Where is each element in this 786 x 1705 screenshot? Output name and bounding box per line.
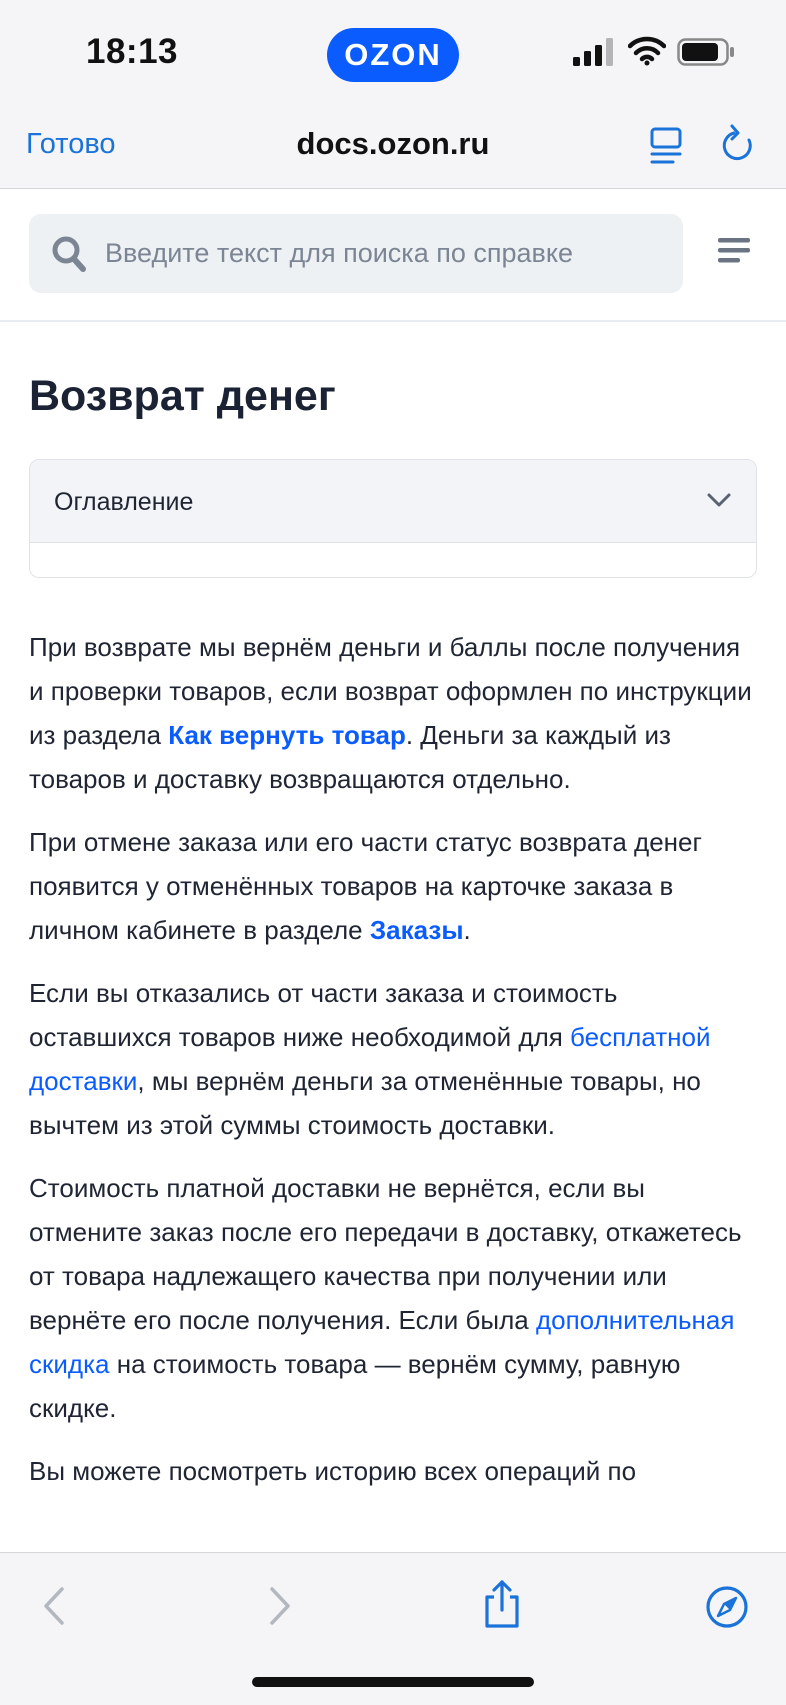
toc-label: Оглавление xyxy=(54,488,194,516)
search-input[interactable] xyxy=(105,214,665,293)
paragraph: При возврате мы вернём деньги и баллы по… xyxy=(29,632,752,794)
search-icon xyxy=(52,236,86,272)
share-icon[interactable] xyxy=(482,1579,522,1629)
back-icon[interactable] xyxy=(40,1585,68,1627)
forward-icon[interactable] xyxy=(266,1585,294,1627)
site-search-header xyxy=(0,189,786,322)
paragraph: Если вы отказались от части заказа и сто… xyxy=(29,978,711,1140)
table-of-contents: Оглавление xyxy=(29,459,757,578)
browser-nav-bar: Готово docs.ozon.ru xyxy=(0,104,786,189)
reader-mode-icon[interactable] xyxy=(649,126,683,166)
status-bar: 18:13 OZON xyxy=(0,0,786,104)
cellular-signal-icon xyxy=(573,38,613,66)
menu-icon[interactable] xyxy=(718,236,750,266)
page-title: Возврат денег xyxy=(29,372,336,420)
paragraph: Стоимость платной доставки не вернётся, … xyxy=(29,1173,742,1423)
paragraph: При отмене заказа или его части статус в… xyxy=(29,827,702,945)
search-bar[interactable] xyxy=(29,214,683,293)
wifi-icon xyxy=(628,36,666,66)
paragraph: Вы можете посмотреть историю всех операц… xyxy=(29,1456,637,1486)
ozon-logo: OZON xyxy=(327,28,459,82)
battery-icon xyxy=(677,38,734,66)
link-orders[interactable]: Заказы xyxy=(370,915,464,945)
link-how-to-return[interactable]: Как вернуть товар xyxy=(168,720,406,750)
home-indicator xyxy=(252,1677,534,1687)
toc-toggle[interactable]: Оглавление xyxy=(30,460,756,543)
browser-toolbar xyxy=(0,1552,786,1705)
article-body: При возврате мы вернём деньги и баллы по… xyxy=(29,625,759,1512)
compass-icon[interactable] xyxy=(705,1585,749,1629)
reload-icon[interactable] xyxy=(720,124,756,166)
status-time: 18:13 xyxy=(86,32,179,71)
chevron-down-icon xyxy=(707,493,731,507)
